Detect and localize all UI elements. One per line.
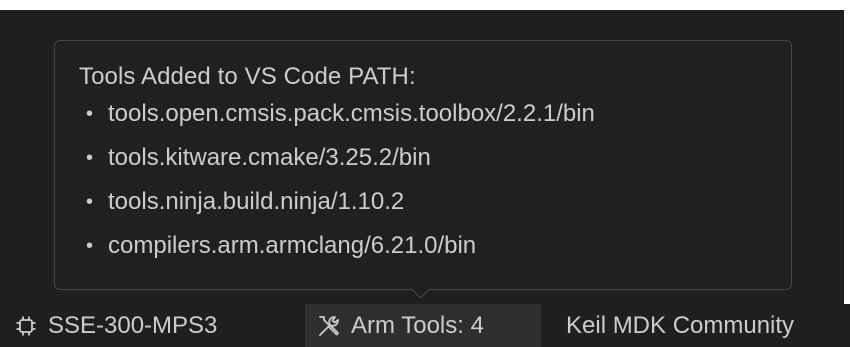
list-item: • tools.kitware.cmake/3.25.2/bin: [79, 144, 767, 172]
tooltip-title: Tools Added to VS Code PATH:: [79, 63, 416, 90]
list-item: • tools.ninja.build.ninja/1.10.2: [79, 188, 767, 216]
tool-path: compilers.arm.armclang/6.21.0/bin: [108, 232, 477, 259]
bullet-icon: •: [86, 235, 94, 257]
tool-path: tools.open.cmsis.pack.cmsis.toolbox/2.2.…: [108, 100, 595, 127]
bullet-icon: •: [86, 103, 94, 125]
bullet-icon: •: [86, 191, 94, 213]
bullet-icon: •: [86, 147, 94, 169]
tools-path-list: • tools.open.cmsis.pack.cmsis.toolbox/2.…: [79, 100, 767, 260]
tool-path: tools.kitware.cmake/3.25.2/bin: [108, 144, 431, 171]
toolchain-status-item[interactable]: Keil MDK Community: [552, 304, 850, 347]
arm-tools-hover-tooltip: Tools Added to VS Code PATH: • tools.ope…: [54, 40, 792, 290]
board-label: SSE-300-MPS3: [48, 311, 218, 339]
vscode-window: Tools Added to VS Code PATH: • tools.ope…: [0, 0, 850, 347]
list-item: • compilers.arm.armclang/6.21.0/bin: [79, 232, 767, 260]
arm-tools-label: Arm Tools: 4: [351, 311, 484, 339]
board-status-item[interactable]: SSE-300-MPS3: [14, 304, 302, 347]
toolchain-label: Keil MDK Community: [566, 311, 795, 339]
list-item: • tools.open.cmsis.pack.cmsis.toolbox/2.…: [79, 100, 767, 128]
status-bar: SSE-300-MPS3 Arm Tools: 4 Keil MDK Commu…: [0, 304, 850, 347]
arm-tools-status-item[interactable]: Arm Tools: 4: [305, 304, 541, 347]
window-top-edge: [0, 0, 850, 10]
window-right-edge: [844, 0, 850, 347]
tool-path: tools.ninja.build.ninja/1.10.2: [108, 188, 405, 215]
chip-icon: [14, 314, 38, 338]
tools-icon: [315, 312, 343, 340]
